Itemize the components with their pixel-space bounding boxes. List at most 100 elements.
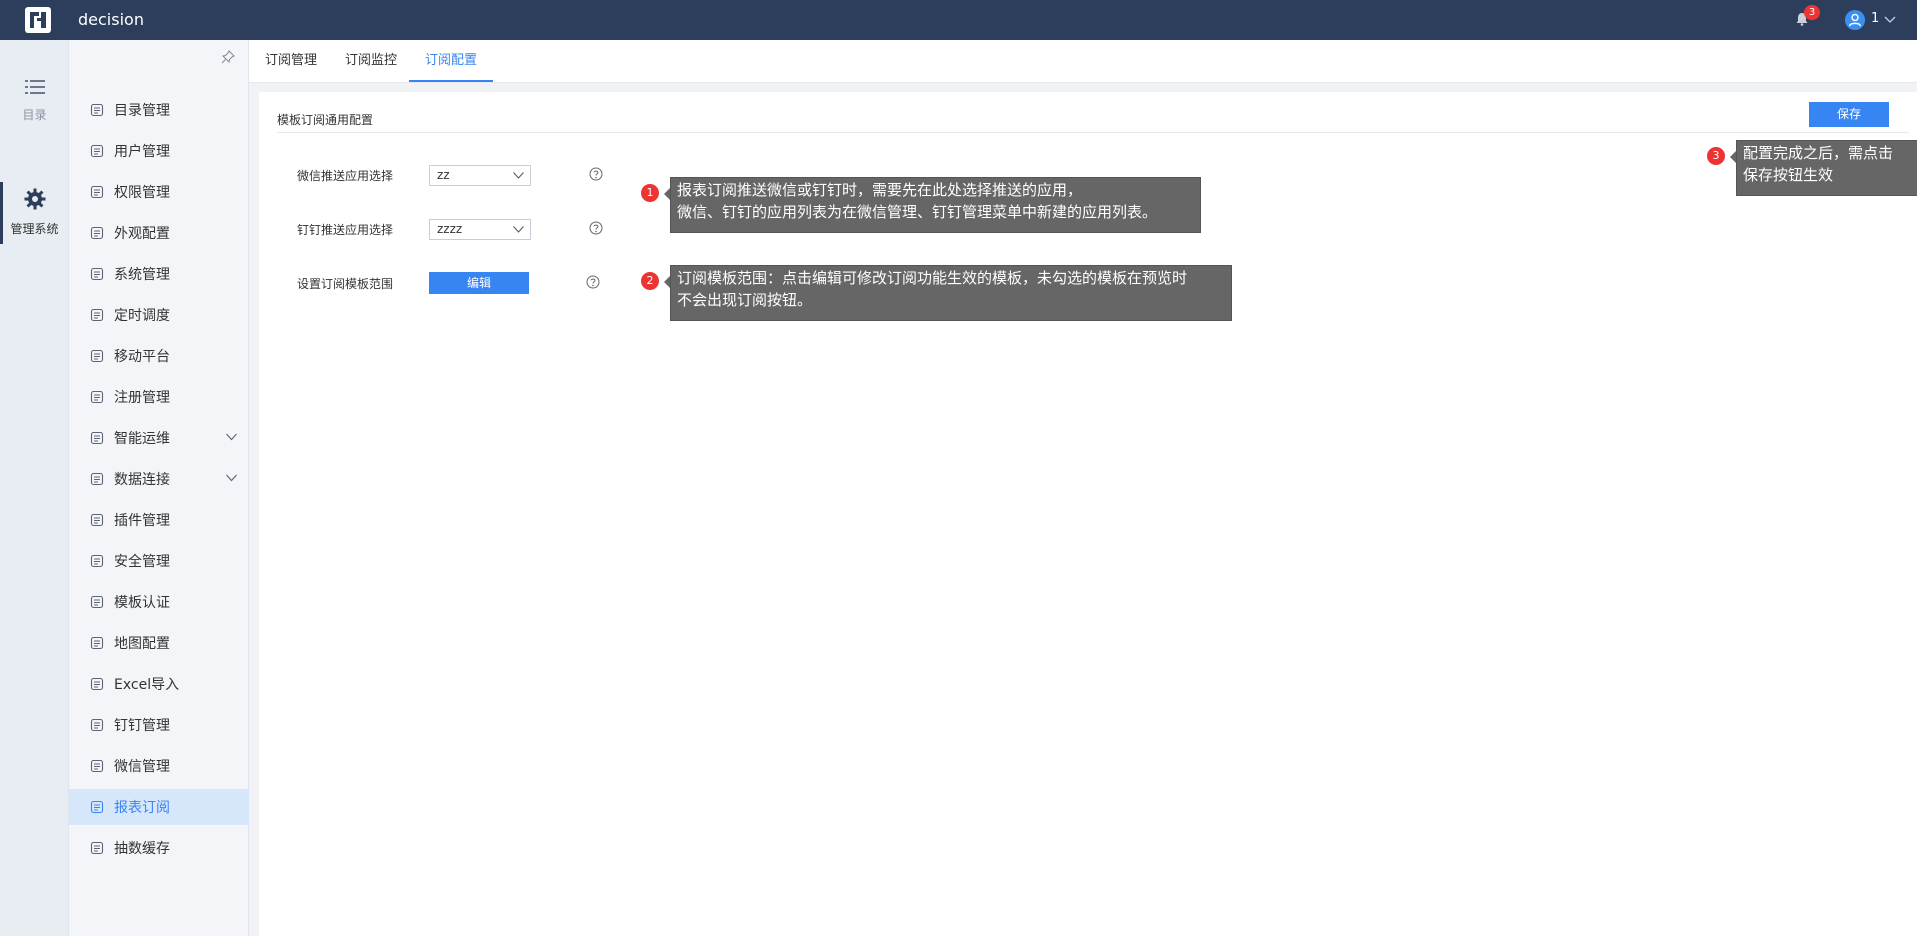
annotation-tooltip: 报表订阅推送微信或钉钉时，需要先在此处选择推送的应用， 微信、钉钉的应用列表为在…	[670, 177, 1201, 233]
tab-bar: 订阅管理 订阅监控 订阅配置	[249, 40, 1917, 83]
menu-item[interactable]: 用户管理	[69, 133, 249, 169]
menu-item[interactable]: 抽数缓存	[69, 830, 249, 866]
user-name[interactable]: 1	[1871, 11, 1879, 26]
rail-label: 管理系统	[10, 222, 59, 236]
brush-icon	[90, 226, 104, 240]
menu-item[interactable]: 注册管理	[69, 379, 249, 415]
excel-icon	[90, 677, 104, 691]
annotation-tooltip: 配置完成之后，需点击 保存按钮生效	[1736, 140, 1917, 196]
menu-item[interactable]: 地图配置	[69, 625, 249, 661]
menu-item[interactable]: 钉钉管理	[69, 707, 249, 743]
user-icon	[90, 144, 104, 158]
menu-item-label: 钉钉管理	[114, 718, 170, 734]
annotation-number: 1	[641, 184, 659, 202]
gear-icon	[24, 188, 45, 210]
notification-badge: 3	[1804, 5, 1820, 20]
annotation-line: 配置完成之后，需点击	[1743, 144, 1894, 162]
help-icon[interactable]	[589, 221, 603, 235]
app-title: decision	[78, 10, 144, 29]
mobile-icon	[90, 349, 104, 363]
menu-item[interactable]: 外观配置	[69, 215, 249, 251]
menu-item[interactable]: 插件管理	[69, 502, 249, 538]
annotation-number: 2	[641, 272, 659, 290]
menu-item-label: 模板认证	[114, 595, 170, 611]
menu-item[interactable]: 权限管理	[69, 174, 249, 210]
menu-item[interactable]: 数据连接	[69, 461, 249, 497]
tab-subscription-monitor[interactable]: 订阅监控	[345, 40, 397, 82]
menu-item[interactable]: 移动平台	[69, 338, 249, 374]
rail-label: 目录	[22, 108, 47, 122]
menu-item-label: 用户管理	[114, 144, 170, 160]
map-icon	[90, 636, 104, 650]
link-icon	[90, 472, 104, 486]
panel-title: 模板订阅通用配置	[277, 113, 374, 127]
menu-item[interactable]: 模板认证	[69, 584, 249, 620]
menu-item-label: 插件管理	[114, 513, 170, 529]
wechat-app-select[interactable]: zz	[429, 165, 531, 186]
dingtalk-app-label: 钉钉推送应用选择	[297, 223, 394, 237]
select-value: zz	[437, 168, 450, 182]
dingtalk-app-select[interactable]: zzzz	[429, 219, 531, 240]
tab-subscription-management[interactable]: 订阅管理	[265, 40, 317, 82]
dingtalk-icon	[90, 718, 104, 732]
secondary-menu: 目录管理用户管理权限管理外观配置系统管理定时调度移动平台注册管理智能运维数据连接…	[69, 40, 249, 936]
puzzle-icon	[90, 513, 104, 527]
annotation-line: 订阅模板范围：点击编辑可修改订阅功能生效的模板，未勾选的模板在预览时	[677, 269, 1188, 287]
report-icon	[90, 800, 104, 814]
menu-item[interactable]: 报表订阅	[69, 789, 249, 825]
menu-item-label: 数据连接	[114, 472, 170, 488]
primary-rail: 目录 管理系统	[0, 40, 69, 936]
template-icon	[90, 595, 104, 609]
pin-icon[interactable]	[221, 50, 235, 64]
annotation-line: 微信、钉钉的应用列表为在微信管理、钉钉管理菜单中新建的应用列表。	[677, 203, 1158, 221]
chevron-down-icon[interactable]	[226, 474, 237, 482]
lock-icon	[90, 185, 104, 199]
menu-item-label: 抽数缓存	[114, 841, 170, 857]
menu-item[interactable]: Excel导入	[69, 666, 249, 702]
cache-icon	[90, 841, 104, 855]
nodes-icon	[90, 431, 104, 445]
menu-item[interactable]: 系统管理	[69, 256, 249, 292]
timer-icon	[90, 308, 104, 322]
menu-item[interactable]: 定时调度	[69, 297, 249, 333]
menu-item[interactable]: 目录管理	[69, 92, 249, 128]
select-value: zzzz	[437, 222, 463, 236]
rail-item-catalog[interactable]: 目录	[0, 78, 69, 123]
menu-item-label: 智能运维	[114, 431, 170, 447]
tab-subscription-config[interactable]: 订阅配置	[409, 40, 494, 82]
menu-item[interactable]: 微信管理	[69, 748, 249, 784]
app-logo-icon[interactable]	[24, 6, 52, 34]
help-icon[interactable]	[589, 167, 603, 181]
chevron-down-icon[interactable]	[226, 433, 237, 441]
menu-item-label: 报表订阅	[114, 800, 170, 816]
shield-icon	[90, 554, 104, 568]
menu-item-label: 移动平台	[114, 349, 170, 365]
wechat-icon	[90, 759, 104, 773]
rail-item-management[interactable]: 管理系统	[0, 182, 69, 244]
chevron-down-icon	[513, 172, 524, 179]
menu-item-label: 系统管理	[114, 267, 170, 283]
menu-item-label: 目录管理	[114, 103, 170, 119]
annotation-number: 3	[1707, 147, 1725, 165]
chevron-down-icon[interactable]	[1884, 14, 1896, 24]
menu-item[interactable]: 安全管理	[69, 543, 249, 579]
annotation-tooltip: 订阅模板范围：点击编辑可修改订阅功能生效的模板，未勾选的模板在预览时 不会出现订…	[670, 265, 1232, 321]
settings-icon	[90, 267, 104, 281]
divider	[277, 132, 1909, 133]
menu-item-label: 安全管理	[114, 554, 170, 570]
save-button[interactable]: 保存	[1809, 102, 1889, 127]
wechat-app-label: 微信推送应用选择	[297, 169, 394, 183]
menu-item-label: 权限管理	[114, 185, 170, 201]
annotation-line: 保存按钮生效	[1743, 166, 1834, 184]
menu-item-label: 地图配置	[114, 636, 170, 652]
main-content: 订阅管理 订阅监控 订阅配置 模板订阅通用配置 保存 微信推送应用选择 zz 钉…	[249, 40, 1917, 936]
menu-item-label: 外观配置	[114, 226, 170, 242]
menu-item-label: 定时调度	[114, 308, 170, 324]
user-avatar-icon[interactable]	[1845, 10, 1865, 30]
menu-item-label: Excel导入	[114, 677, 180, 693]
menu-item[interactable]: 智能运维	[69, 420, 249, 456]
help-icon[interactable]	[586, 275, 600, 289]
top-bar: decision 3 1	[0, 0, 1917, 40]
edit-button[interactable]: 编辑	[429, 272, 529, 294]
annotation-line: 不会出现订阅按钮。	[677, 291, 813, 309]
